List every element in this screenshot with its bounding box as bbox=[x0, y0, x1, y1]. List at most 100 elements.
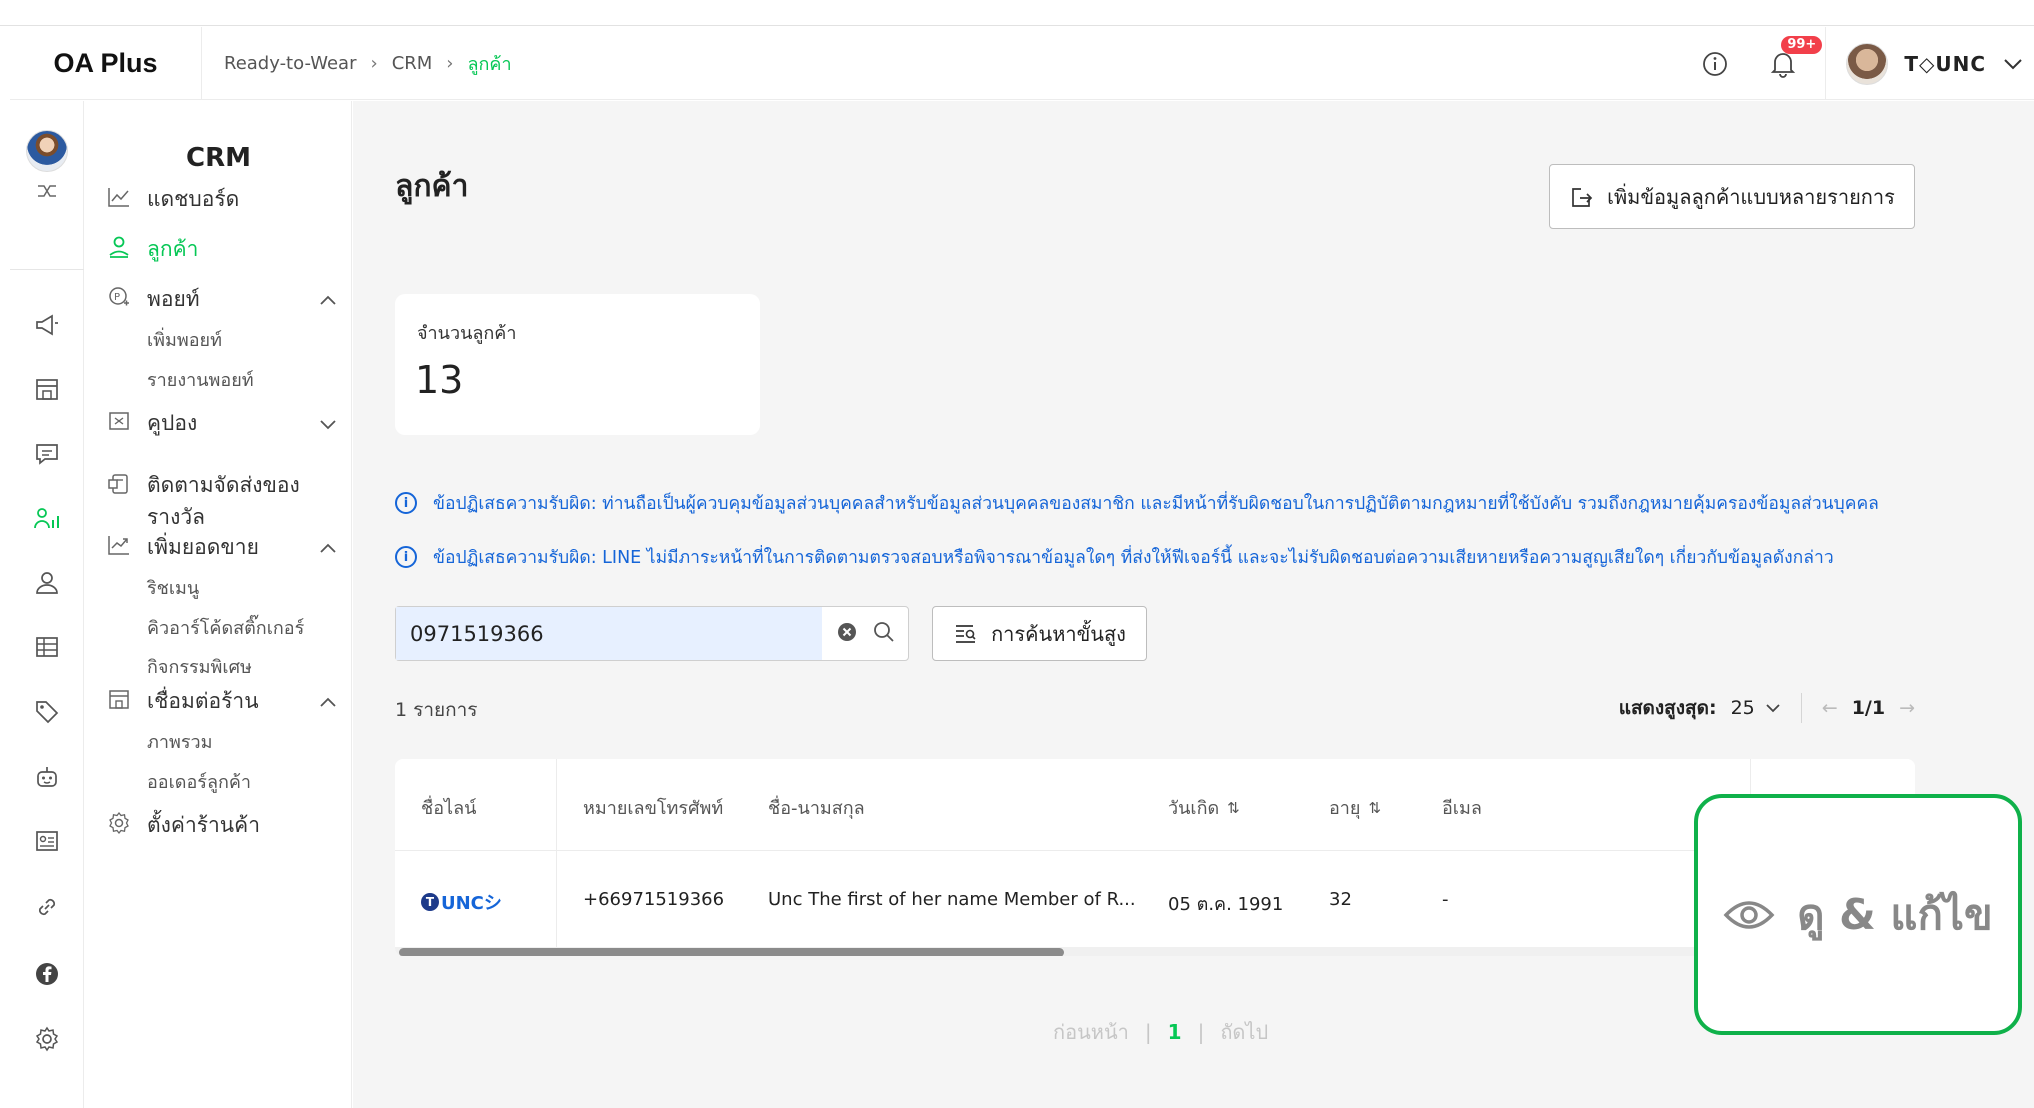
info-icon: i bbox=[395, 546, 417, 568]
phone-cell: +66971519366 bbox=[583, 889, 725, 910]
app-logo[interactable]: OA Plus bbox=[10, 26, 202, 100]
line-badge-icon: T bbox=[421, 893, 439, 911]
column-header-sortable[interactable]: วันเกิด ⇅ bbox=[1168, 793, 1240, 822]
sidebar-subitem-customer-orders[interactable]: ออเดอร์ลูกค้า bbox=[147, 767, 251, 796]
sort-icon: ⇅ bbox=[1368, 798, 1382, 817]
switch-account-icon[interactable] bbox=[10, 179, 84, 203]
breadcrumb-item[interactable]: Ready-to-Wear bbox=[224, 53, 356, 74]
disclaimer-text: ข้อปฏิเสธความรับผิด: LINE ไม่มีภาระหน้าท… bbox=[433, 548, 1834, 568]
settings-icon bbox=[107, 809, 137, 837]
next-page-link[interactable]: ถัดไป bbox=[1220, 1016, 1268, 1048]
info-icon: i bbox=[395, 492, 417, 514]
line-name-cell[interactable]: T UNCシ bbox=[421, 889, 502, 915]
coupon-icon bbox=[107, 407, 137, 435]
chevron-up-icon[interactable] bbox=[319, 535, 337, 559]
user-icon[interactable] bbox=[10, 563, 84, 603]
sidebar-subitem-rich-menu[interactable]: ริชเมนู bbox=[147, 573, 199, 602]
sidebar-item-points[interactable]: P พอยท์ bbox=[107, 283, 337, 316]
sidebar-item-store-settings[interactable]: ตั้งค่าร้านค้า bbox=[107, 809, 337, 842]
next-arrow-icon[interactable]: → bbox=[1899, 697, 1915, 719]
chevron-down-icon bbox=[1766, 704, 1780, 713]
page-size-label: แสดงสูงสุด: bbox=[1618, 697, 1717, 719]
sidebar-subitem-special-event[interactable]: กิจกรรมพิเศษ bbox=[147, 652, 252, 681]
current-page[interactable]: 1 bbox=[1168, 1020, 1182, 1044]
clear-icon[interactable] bbox=[836, 621, 858, 647]
eye-icon bbox=[1723, 900, 1775, 929]
user-name: T◇UNC bbox=[1904, 51, 1986, 76]
sort-icon: ⇅ bbox=[1227, 798, 1240, 817]
column-header-sortable[interactable]: อายุ ⇅ bbox=[1329, 793, 1381, 822]
stat-label: จำนวนลูกค้า bbox=[417, 323, 517, 344]
tag-icon[interactable] bbox=[10, 692, 84, 732]
sidebar-subitem-points-report[interactable]: รายงานพอยท์ bbox=[147, 365, 254, 394]
chat-icon[interactable] bbox=[10, 434, 84, 474]
facebook-icon[interactable] bbox=[10, 954, 84, 994]
column-header: ชื่อ-นามสกุล bbox=[768, 798, 865, 819]
sidebar-item-label: พอยท์ bbox=[147, 287, 200, 311]
sidebar-subitem-overview[interactable]: ภาพรวม bbox=[147, 727, 212, 756]
link-icon[interactable] bbox=[10, 887, 84, 927]
disclaimer-text: ข้อปฏิเสธความรับผิด: ท่านถือเป็นผู้ควบคุ… bbox=[433, 494, 1879, 514]
sidebar-item-dashboard[interactable]: แดชบอร์ด bbox=[107, 183, 337, 216]
divider: | bbox=[1197, 1020, 1205, 1044]
megaphone-icon[interactable] bbox=[10, 305, 84, 345]
disclaimer-notice: i ข้อปฏิเสธความรับผิด: ท่านถือเป็นผู้ควบ… bbox=[395, 489, 1879, 517]
bot-icon[interactable] bbox=[10, 757, 84, 797]
notification-bell-icon[interactable]: 99+ bbox=[1765, 35, 1823, 82]
top-header: OA Plus Ready-to-Wear › CRM › ลูกค้า 99+… bbox=[10, 26, 2034, 100]
divider: | bbox=[1144, 1020, 1152, 1044]
sidebar-item-label: แดชบอร์ด bbox=[147, 187, 240, 211]
rail-divider bbox=[10, 269, 84, 270]
sidebar-item-connect-store[interactable]: เชื่อมต่อร้าน bbox=[107, 685, 337, 718]
bulk-add-customers-button[interactable]: เพิ่มข้อมูลลูกค้าแบบหลายรายการ bbox=[1549, 164, 1915, 229]
prev-arrow-icon[interactable]: ← bbox=[1822, 697, 1838, 719]
chevron-up-icon[interactable] bbox=[319, 689, 337, 713]
sidebar-item-label: ติดตามจัดส่งของ bbox=[147, 473, 300, 497]
gift-track-icon bbox=[107, 469, 137, 497]
info-icon[interactable] bbox=[1697, 46, 1733, 82]
sidebar-item-customers[interactable]: ลูกค้า bbox=[107, 233, 337, 266]
sidebar-title: CRM bbox=[186, 143, 251, 173]
column-header: ชื่อไลน์ bbox=[421, 798, 477, 819]
customer-count-card: จำนวนลูกค้า 13 bbox=[395, 294, 760, 435]
svg-text:P: P bbox=[114, 292, 120, 303]
id-card-icon[interactable] bbox=[10, 821, 84, 861]
user-menu[interactable]: T◇UNC bbox=[1834, 42, 2034, 85]
app-rail bbox=[10, 101, 84, 1108]
chart-line-icon bbox=[107, 183, 137, 211]
sidebar-subitem-qr-sticker[interactable]: คิวอาร์โค้ดสติ๊กเกอร์ bbox=[147, 613, 304, 642]
chevron-down-icon bbox=[2004, 58, 2022, 69]
search-icon[interactable] bbox=[872, 620, 896, 648]
account-avatar[interactable] bbox=[10, 129, 84, 173]
table-row[interactable]: T UNCシ +66971519366 Unc The first of her… bbox=[395, 852, 1915, 948]
chevron-up-icon[interactable] bbox=[319, 287, 337, 311]
advanced-search-button[interactable]: การค้นหาขั้นสูง bbox=[932, 606, 1147, 661]
notification-badge: 99+ bbox=[1781, 35, 1823, 54]
customers-table: ชื่อไลน์ หมายเลขโทรศัพท์ ชื่อ-นามสกุล วั… bbox=[395, 759, 1915, 956]
column-header: หมายเลขโทรศัพท์ bbox=[583, 798, 724, 819]
view-edit-button[interactable]: ดู & แก้ไข bbox=[1797, 882, 1992, 948]
sidebar-item-coupons[interactable]: คูปอง bbox=[107, 407, 337, 440]
page-size-select[interactable]: 25 bbox=[1731, 697, 1781, 719]
avatar bbox=[1846, 42, 1889, 85]
table-icon[interactable] bbox=[10, 627, 84, 667]
sidebar-subitem-add-points[interactable]: เพิ่มพอยท์ bbox=[147, 325, 222, 354]
store-icon bbox=[107, 685, 137, 713]
sidebar-item-label-2: รางวัล bbox=[147, 505, 205, 529]
search-box bbox=[395, 606, 909, 661]
store-icon[interactable] bbox=[10, 369, 84, 409]
result-count: 1 รายการ bbox=[395, 699, 478, 721]
crm-icon[interactable] bbox=[10, 499, 84, 539]
sidebar-item-boost-sales[interactable]: เพิ่มยอดขาย bbox=[107, 531, 337, 564]
view-edit-callout[interactable]: ดู & แก้ไข bbox=[1694, 794, 2022, 1035]
age-cell: 32 bbox=[1329, 889, 1352, 910]
search-input[interactable] bbox=[396, 607, 822, 660]
chevron-down-icon[interactable] bbox=[319, 411, 337, 435]
sidebar-item-reward-tracking[interactable]: ติดตามจัดส่งของ รางวัล bbox=[107, 469, 337, 533]
scrollbar-thumb[interactable] bbox=[399, 948, 1064, 956]
breadcrumb-item[interactable]: CRM bbox=[392, 53, 433, 74]
divider bbox=[1800, 693, 1802, 723]
settings-icon[interactable] bbox=[10, 1019, 84, 1059]
page-title: ลูกค้า bbox=[395, 169, 469, 204]
prev-page-link[interactable]: ก่อนหน้า bbox=[1053, 1016, 1129, 1048]
